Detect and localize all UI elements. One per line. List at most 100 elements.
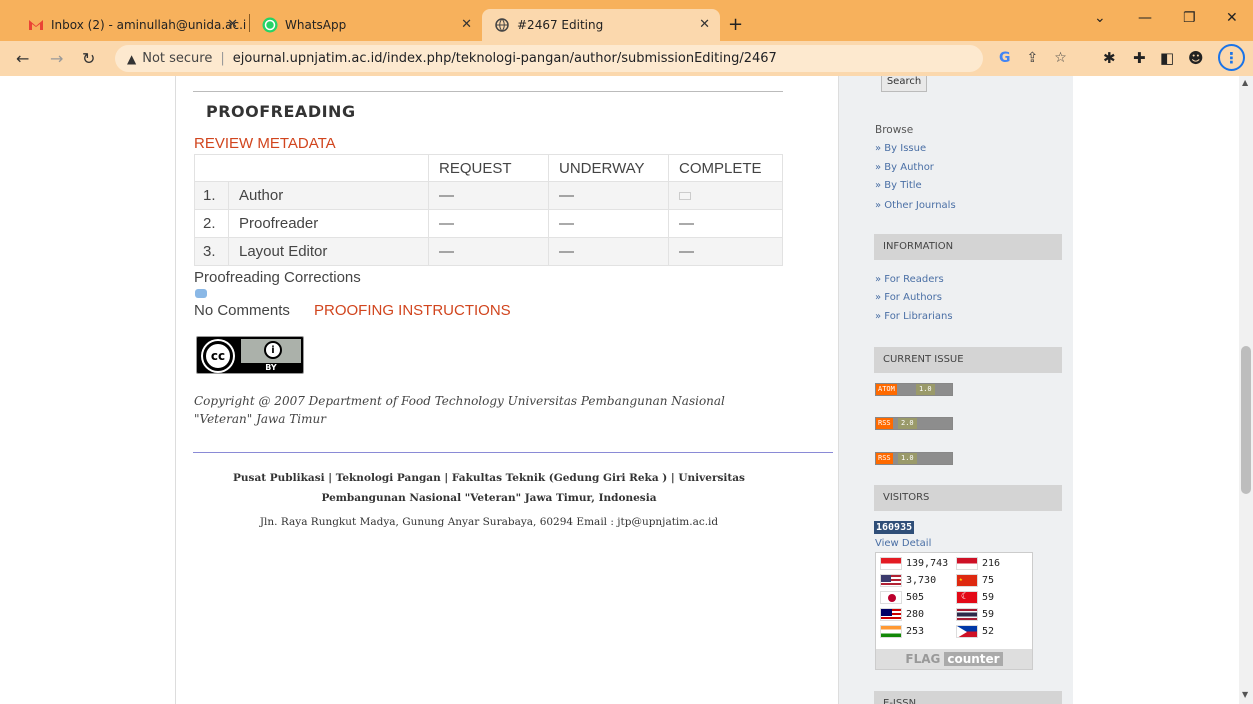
feed-format: RSS (876, 453, 893, 464)
for-readers-link[interactable]: » For Readers (875, 274, 944, 285)
reload-icon[interactable]: ↻ (82, 49, 95, 68)
flag-row: 59 (956, 608, 994, 621)
flag-count: 139,743 (906, 558, 949, 569)
flag-row: 139,743 (880, 557, 948, 570)
flag-row: ☾ 59 (956, 591, 994, 604)
minimize-icon[interactable]: — (1138, 10, 1152, 26)
close-icon[interactable]: ✕ (227, 17, 238, 32)
sidepanel-icon[interactable]: ◧ (1160, 49, 1174, 67)
divider (193, 91, 783, 92)
browse-by-issue-link[interactable]: » By Issue (875, 143, 926, 154)
rss1-feed-button[interactable]: RSS 1.0 (875, 452, 953, 465)
flag-row: 216 (956, 557, 1000, 570)
for-librarians-link[interactable]: » For Librarians (875, 311, 953, 322)
rss2-feed-button[interactable]: RSS 2.0 (875, 417, 953, 430)
proofreading-corrections-label: Proofreading Corrections (194, 269, 361, 286)
feed-version: 1.0 (916, 384, 935, 395)
google-icon[interactable]: G (999, 50, 1011, 66)
close-icon[interactable]: ✕ (461, 17, 472, 32)
browse-by-title-link[interactable]: » By Title (875, 180, 922, 191)
visitor-counter: 160935 (874, 521, 915, 534)
url-text[interactable]: ejournal.upnjatim.ac.id/index.php/teknol… (233, 51, 777, 66)
flag-row: 280 (880, 608, 924, 621)
warning-icon[interactable]: ▲ (127, 52, 136, 66)
singapore-flag-icon (880, 557, 902, 570)
cc-icon: cc (203, 341, 233, 371)
search-button[interactable]: Search (881, 76, 927, 92)
share-icon[interactable]: ⇪ (1027, 50, 1039, 66)
gmail-icon (28, 17, 44, 33)
whatsapp-icon (262, 17, 278, 33)
comment-icon[interactable] (195, 289, 207, 298)
atom-feed-button[interactable]: ATOM 1.0 (875, 383, 953, 396)
address-bar[interactable]: ▲ Not secure | ejournal.upnjatim.ac.id/i… (115, 45, 983, 72)
close-icon[interactable]: ✕ (699, 17, 710, 32)
scroll-up-icon[interactable]: ▲ (1242, 78, 1248, 87)
flag-counter-word: counter (944, 652, 1003, 666)
scroll-thumb[interactable] (1241, 346, 1251, 494)
menu-icon[interactable]: ⋮ (1218, 44, 1245, 71)
browse-by-author-link[interactable]: » By Author (875, 162, 934, 173)
usa-flag-icon (880, 574, 902, 587)
restore-icon[interactable]: ❐ (1183, 10, 1196, 26)
tab-whatsapp[interactable]: WhatsApp ✕ (250, 9, 482, 41)
flag-count: 216 (982, 558, 1001, 569)
china-flag-icon: ★ (956, 574, 978, 587)
review-metadata-link[interactable]: REVIEW METADATA (194, 135, 336, 152)
cc-by-license-badge[interactable]: cc i BY (196, 336, 304, 374)
by-label: BY (265, 363, 277, 372)
information-header: INFORMATION (874, 234, 1062, 260)
profile-icon[interactable]: ☻ (1188, 49, 1204, 67)
row-number: 2. (194, 209, 229, 238)
page-viewport: PROOFREADING REVIEW METADATA REQUEST UND… (0, 76, 1239, 704)
feed-format: ATOM (876, 384, 897, 395)
table-header: UNDERWAY (548, 154, 669, 182)
other-journals-link[interactable]: » Other Journals (875, 200, 956, 211)
flag-count: 59 (982, 592, 995, 603)
feed-version: 2.0 (898, 418, 917, 429)
scroll-down-icon[interactable]: ▼ (1242, 690, 1248, 699)
footer-divider (193, 452, 833, 453)
row-underway: — (548, 209, 669, 238)
table-header-row: REQUEST UNDERWAY COMPLETE (194, 154, 783, 182)
flag-row: 3,730 (880, 574, 936, 587)
malaysia-flag-icon (880, 608, 902, 621)
tab-search-icon[interactable]: ⌄ (1094, 10, 1106, 26)
row-number: 1. (194, 181, 229, 210)
tab-label: #2467 Editing (517, 18, 604, 32)
row-underway: — (548, 237, 669, 266)
proofing-instructions-link[interactable]: PROOFING INSTRUCTIONS (314, 302, 511, 319)
attribution-icon: i (264, 341, 282, 359)
row-role: Author (228, 181, 429, 210)
tab-strip: Inbox (2) - aminullah@unida.ac.i ✕ Whats… (0, 0, 1253, 41)
toolbar: ← → ↻ ▲ Not secure | ejournal.upnjatim.a… (0, 41, 1253, 76)
japan-flag-icon (880, 591, 902, 604)
table-header: COMPLETE (668, 154, 783, 182)
row-request: — (428, 209, 549, 238)
forward-icon[interactable]: → (50, 49, 63, 68)
back-icon[interactable]: ← (16, 49, 29, 68)
flag-count: 505 (906, 592, 925, 603)
tab-editing[interactable]: #2467 Editing ✕ (482, 9, 720, 41)
table-header: REQUEST (428, 154, 549, 182)
close-window-icon[interactable]: ✕ (1226, 10, 1238, 26)
row-number: 3. (194, 237, 229, 266)
tab-label: WhatsApp (285, 18, 347, 32)
page-scrollbar[interactable]: ▲ ▼ (1239, 76, 1253, 704)
flag-counter-widget[interactable]: 139,743 3,730 505 280 253 216 ★ 75 ☾ 59 (875, 552, 1033, 670)
tab-gmail[interactable]: Inbox (2) - aminullah@unida.ac.i ✕ (8, 9, 248, 41)
footer-affiliation: Pusat Publikasi | Teknologi Pangan | Fak… (233, 472, 745, 504)
puzzle-icon[interactable]: ✚ (1133, 49, 1146, 67)
email-icon[interactable] (679, 192, 691, 201)
star-icon[interactable]: ☆ (1054, 50, 1067, 66)
globe-icon (494, 17, 510, 33)
flag-count: 280 (906, 609, 925, 620)
not-secure-label[interactable]: Not secure (142, 51, 212, 66)
for-authors-link[interactable]: » For Authors (875, 292, 942, 303)
feed-format: RSS (876, 418, 893, 429)
new-tab-icon[interactable]: + (728, 14, 743, 35)
view-detail-link[interactable]: View Detail (875, 538, 931, 549)
flag-count: 253 (906, 626, 925, 637)
copyright-text: Copyright @ 2007 Department of Food Tech… (194, 394, 725, 426)
extension-icon[interactable]: ✱ (1103, 49, 1116, 67)
